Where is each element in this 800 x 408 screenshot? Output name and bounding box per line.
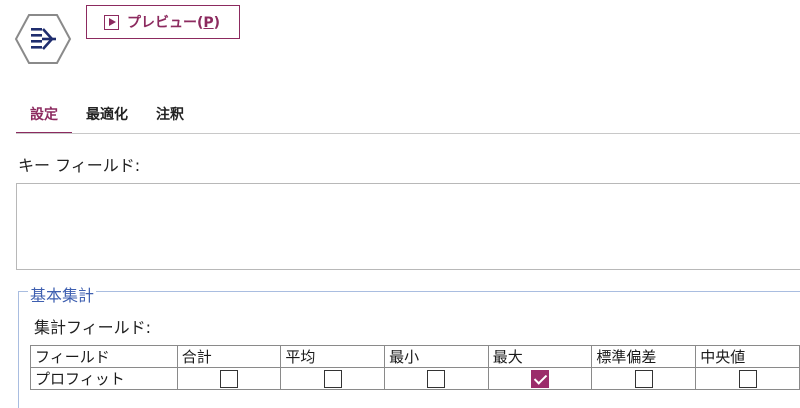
max-checkbox[interactable] bbox=[531, 369, 550, 388]
column-header-field[interactable]: フィールド bbox=[30, 345, 178, 368]
column-header-mean[interactable]: 平均 bbox=[280, 345, 386, 368]
aggregate-node-dialog: プレビュー(P) 設定 最適化 注釈 キー フィールド: 基本集計 集計フィール… bbox=[0, 0, 800, 408]
preview-button[interactable]: プレビュー(P) bbox=[86, 5, 240, 39]
min-checkbox[interactable] bbox=[427, 369, 446, 388]
sum-checkbox[interactable] bbox=[220, 369, 239, 388]
stddev-checkbox[interactable] bbox=[634, 369, 653, 388]
aggregate-fields-label: 集計フィールド: bbox=[34, 318, 152, 337]
preview-button-label: プレビュー(P) bbox=[127, 15, 221, 31]
tab-optimization[interactable]: 最適化 bbox=[72, 100, 142, 134]
play-icon bbox=[104, 14, 119, 30]
mean-checkbox[interactable] bbox=[323, 369, 342, 388]
median-checkbox[interactable] bbox=[738, 369, 757, 388]
column-header-stddev[interactable]: 標準偏差 bbox=[591, 345, 697, 368]
column-header-max[interactable]: 最大 bbox=[487, 345, 593, 368]
tab-annotations[interactable]: 注釈 bbox=[142, 100, 198, 134]
table-row[interactable]: プロフィット bbox=[30, 367, 800, 390]
column-header-sum[interactable]: 合計 bbox=[176, 345, 282, 368]
field-name-cell[interactable]: プロフィット bbox=[30, 367, 178, 390]
aggregate-node-icon bbox=[14, 14, 72, 64]
tab-settings[interactable]: 設定 bbox=[16, 100, 72, 134]
table-header-row: フィールド 合計 平均 最小 最大 標準偏差 中央値 bbox=[30, 345, 800, 368]
basic-aggregates-title: 基本集計 bbox=[28, 282, 97, 306]
column-header-min[interactable]: 最小 bbox=[384, 345, 489, 368]
aggregate-fields-table: フィールド 合計 平均 最小 最大 標準偏差 中央値 プロフィット bbox=[30, 345, 800, 390]
key-fields-label: キー フィールド: bbox=[18, 156, 141, 175]
tab-divider bbox=[16, 133, 800, 134]
column-header-median[interactable]: 中央値 bbox=[695, 345, 800, 368]
tab-bar: 設定 最適化 注釈 bbox=[16, 100, 198, 134]
key-fields-list[interactable] bbox=[16, 183, 800, 270]
